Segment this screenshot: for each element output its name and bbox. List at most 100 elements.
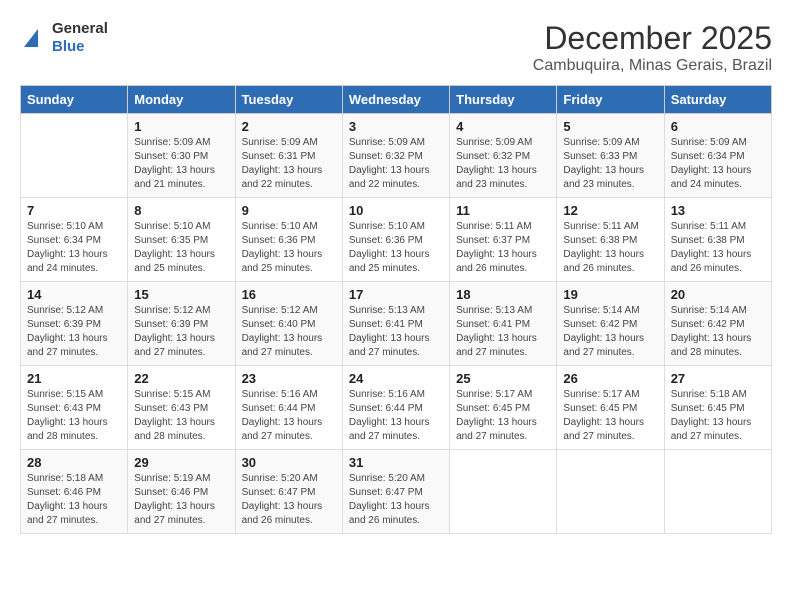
day-cell: 31 Sunrise: 5:20 AM Sunset: 6:47 PM Dayli… bbox=[342, 450, 449, 534]
day-info: Sunrise: 5:13 AM Sunset: 6:41 PM Dayligh… bbox=[349, 304, 443, 360]
day-info: Sunrise: 5:11 AM Sunset: 6:38 PM Dayligh… bbox=[671, 220, 765, 276]
day-info: Sunrise: 5:11 AM Sunset: 6:37 PM Dayligh… bbox=[456, 220, 550, 276]
day-info: Sunrise: 5:12 AM Sunset: 6:40 PM Dayligh… bbox=[242, 304, 336, 360]
day-cell: 3 Sunrise: 5:09 AM Sunset: 6:32 PM Daylig… bbox=[342, 114, 449, 198]
day-cell: 27Sunrise: 5:18 AM Sunset: 6:45 PM Dayli… bbox=[664, 366, 771, 450]
day-cell: 22 Sunrise: 5:15 AM Sunset: 6:43 PM Dayli… bbox=[128, 366, 235, 450]
day-number: 28 bbox=[27, 455, 121, 470]
week-row-1: 1 Sunrise: 5:09 AM Sunset: 6:30 PM Daylig… bbox=[21, 114, 772, 198]
day-info: Sunrise: 5:09 AM Sunset: 6:32 PM Dayligh… bbox=[349, 136, 443, 192]
day-cell: 16 Sunrise: 5:12 AM Sunset: 6:40 PM Dayli… bbox=[235, 282, 342, 366]
week-row-3: 14 Sunrise: 5:12 AM Sunset: 6:39 PM Dayli… bbox=[21, 282, 772, 366]
day-info: Sunrise: 5:19 AM Sunset: 6:46 PM Dayligh… bbox=[134, 472, 228, 528]
day-number: 6 bbox=[671, 119, 765, 134]
day-number: 22 bbox=[134, 371, 228, 386]
day-cell: 6 Sunrise: 5:09 AM Sunset: 6:34 PM Daylig… bbox=[664, 114, 771, 198]
day-cell: 10Sunrise: 5:10 AM Sunset: 6:36 PM Dayli… bbox=[342, 198, 449, 282]
day-info: Sunrise: 5:17 AM Sunset: 6:45 PM Dayligh… bbox=[563, 388, 657, 444]
day-info: Sunrise: 5:13 AM Sunset: 6:41 PM Dayligh… bbox=[456, 304, 550, 360]
day-cell: 23 Sunrise: 5:16 AM Sunset: 6:44 PM Dayli… bbox=[235, 366, 342, 450]
day-cell: 15Sunrise: 5:12 AM Sunset: 6:39 PM Dayli… bbox=[128, 282, 235, 366]
day-number: 29 bbox=[134, 455, 228, 470]
day-cell: 30 Sunrise: 5:20 AM Sunset: 6:47 PM Dayli… bbox=[235, 450, 342, 534]
day-number: 19 bbox=[563, 287, 657, 302]
day-number: 12 bbox=[563, 203, 657, 218]
column-header-friday: Friday bbox=[557, 86, 664, 114]
day-number: 14 bbox=[27, 287, 121, 302]
day-info: Sunrise: 5:16 AM Sunset: 6:44 PM Dayligh… bbox=[242, 388, 336, 444]
day-info: Sunrise: 5:20 AM Sunset: 6:47 PM Dayligh… bbox=[349, 472, 443, 528]
week-row-4: 21 Sunrise: 5:15 AM Sunset: 6:43 PM Dayli… bbox=[21, 366, 772, 450]
day-cell: 20 Sunrise: 5:14 AM Sunset: 6:42 PM Dayli… bbox=[664, 282, 771, 366]
day-info: Sunrise: 5:10 AM Sunset: 6:36 PM Dayligh… bbox=[242, 220, 336, 276]
day-number: 23 bbox=[242, 371, 336, 386]
day-number: 9 bbox=[242, 203, 336, 218]
week-row-2: 7 Sunrise: 5:10 AM Sunset: 6:34 PM Daylig… bbox=[21, 198, 772, 282]
column-header-tuesday: Tuesday bbox=[235, 86, 342, 114]
day-info: Sunrise: 5:18 AM Sunset: 6:45 PM Dayligh… bbox=[671, 388, 765, 444]
day-cell: 18 Sunrise: 5:13 AM Sunset: 6:41 PM Dayli… bbox=[450, 282, 557, 366]
day-info: Sunrise: 5:09 AM Sunset: 6:30 PM Dayligh… bbox=[134, 136, 228, 192]
day-cell: 21 Sunrise: 5:15 AM Sunset: 6:43 PM Dayli… bbox=[21, 366, 128, 450]
day-cell bbox=[450, 450, 557, 534]
day-info: Sunrise: 5:09 AM Sunset: 6:31 PM Dayligh… bbox=[242, 136, 336, 192]
column-header-sunday: Sunday bbox=[21, 86, 128, 114]
day-cell: 24 Sunrise: 5:16 AM Sunset: 6:44 PM Dayli… bbox=[342, 366, 449, 450]
calendar-body: 1 Sunrise: 5:09 AM Sunset: 6:30 PM Daylig… bbox=[21, 114, 772, 534]
location-title: Cambuquira, Minas Gerais, Brazil bbox=[533, 57, 772, 75]
day-cell: 9 Sunrise: 5:10 AM Sunset: 6:36 PM Daylig… bbox=[235, 198, 342, 282]
day-cell: 1 Sunrise: 5:09 AM Sunset: 6:30 PM Daylig… bbox=[128, 114, 235, 198]
day-info: Sunrise: 5:11 AM Sunset: 6:38 PM Dayligh… bbox=[563, 220, 657, 276]
day-info: Sunrise: 5:10 AM Sunset: 6:34 PM Dayligh… bbox=[27, 220, 121, 276]
day-info: Sunrise: 5:10 AM Sunset: 6:36 PM Dayligh… bbox=[349, 220, 443, 276]
day-cell: 4Sunrise: 5:09 AM Sunset: 6:32 PM Daylig… bbox=[450, 114, 557, 198]
day-number: 17 bbox=[349, 287, 443, 302]
day-cell: 7 Sunrise: 5:10 AM Sunset: 6:34 PM Daylig… bbox=[21, 198, 128, 282]
day-cell: 29 Sunrise: 5:19 AM Sunset: 6:46 PM Dayli… bbox=[128, 450, 235, 534]
column-header-monday: Monday bbox=[128, 86, 235, 114]
day-cell: 12 Sunrise: 5:11 AM Sunset: 6:38 PM Dayli… bbox=[557, 198, 664, 282]
title-area: December 2025 Cambuquira, Minas Gerais, … bbox=[533, 20, 772, 75]
day-number: 20 bbox=[671, 287, 765, 302]
day-info: Sunrise: 5:20 AM Sunset: 6:47 PM Dayligh… bbox=[242, 472, 336, 528]
day-number: 30 bbox=[242, 455, 336, 470]
week-row-5: 28 Sunrise: 5:18 AM Sunset: 6:46 PM Dayli… bbox=[21, 450, 772, 534]
day-number: 31 bbox=[349, 455, 443, 470]
day-info: Sunrise: 5:12 AM Sunset: 6:39 PM Dayligh… bbox=[134, 304, 228, 360]
column-header-saturday: Saturday bbox=[664, 86, 771, 114]
day-number: 21 bbox=[27, 371, 121, 386]
day-cell: 8Sunrise: 5:10 AM Sunset: 6:35 PM Daylig… bbox=[128, 198, 235, 282]
day-number: 3 bbox=[349, 119, 443, 134]
column-header-wednesday: Wednesday bbox=[342, 86, 449, 114]
day-cell: 14 Sunrise: 5:12 AM Sunset: 6:39 PM Dayli… bbox=[21, 282, 128, 366]
day-cell: 25Sunrise: 5:17 AM Sunset: 6:45 PM Dayli… bbox=[450, 366, 557, 450]
day-number: 16 bbox=[242, 287, 336, 302]
day-info: Sunrise: 5:16 AM Sunset: 6:44 PM Dayligh… bbox=[349, 388, 443, 444]
day-number: 18 bbox=[456, 287, 550, 302]
month-title: December 2025 bbox=[533, 20, 772, 57]
day-info: Sunrise: 5:18 AM Sunset: 6:46 PM Dayligh… bbox=[27, 472, 121, 528]
logo-icon bbox=[20, 27, 48, 49]
day-info: Sunrise: 5:17 AM Sunset: 6:45 PM Dayligh… bbox=[456, 388, 550, 444]
page-header: General Blue December 2025 Cambuquira, M… bbox=[20, 20, 772, 75]
day-number: 1 bbox=[134, 119, 228, 134]
day-info: Sunrise: 5:10 AM Sunset: 6:35 PM Dayligh… bbox=[134, 220, 228, 276]
day-cell: 28 Sunrise: 5:18 AM Sunset: 6:46 PM Dayli… bbox=[21, 450, 128, 534]
day-number: 7 bbox=[27, 203, 121, 218]
day-number: 13 bbox=[671, 203, 765, 218]
day-info: Sunrise: 5:15 AM Sunset: 6:43 PM Dayligh… bbox=[134, 388, 228, 444]
column-header-thursday: Thursday bbox=[450, 86, 557, 114]
day-info: Sunrise: 5:12 AM Sunset: 6:39 PM Dayligh… bbox=[27, 304, 121, 360]
day-info: Sunrise: 5:09 AM Sunset: 6:32 PM Dayligh… bbox=[456, 136, 550, 192]
day-cell: 2 Sunrise: 5:09 AM Sunset: 6:31 PM Daylig… bbox=[235, 114, 342, 198]
day-number: 2 bbox=[242, 119, 336, 134]
calendar-table: SundayMondayTuesdayWednesdayThursdayFrid… bbox=[20, 85, 772, 534]
day-info: Sunrise: 5:09 AM Sunset: 6:34 PM Dayligh… bbox=[671, 136, 765, 192]
day-info: Sunrise: 5:14 AM Sunset: 6:42 PM Dayligh… bbox=[671, 304, 765, 360]
day-cell: 26Sunrise: 5:17 AM Sunset: 6:45 PM Dayli… bbox=[557, 366, 664, 450]
day-info: Sunrise: 5:15 AM Sunset: 6:43 PM Dayligh… bbox=[27, 388, 121, 444]
day-cell: 5Sunrise: 5:09 AM Sunset: 6:33 PM Daylig… bbox=[557, 114, 664, 198]
day-number: 24 bbox=[349, 371, 443, 386]
calendar-header-row: SundayMondayTuesdayWednesdayThursdayFrid… bbox=[21, 86, 772, 114]
day-number: 5 bbox=[563, 119, 657, 134]
